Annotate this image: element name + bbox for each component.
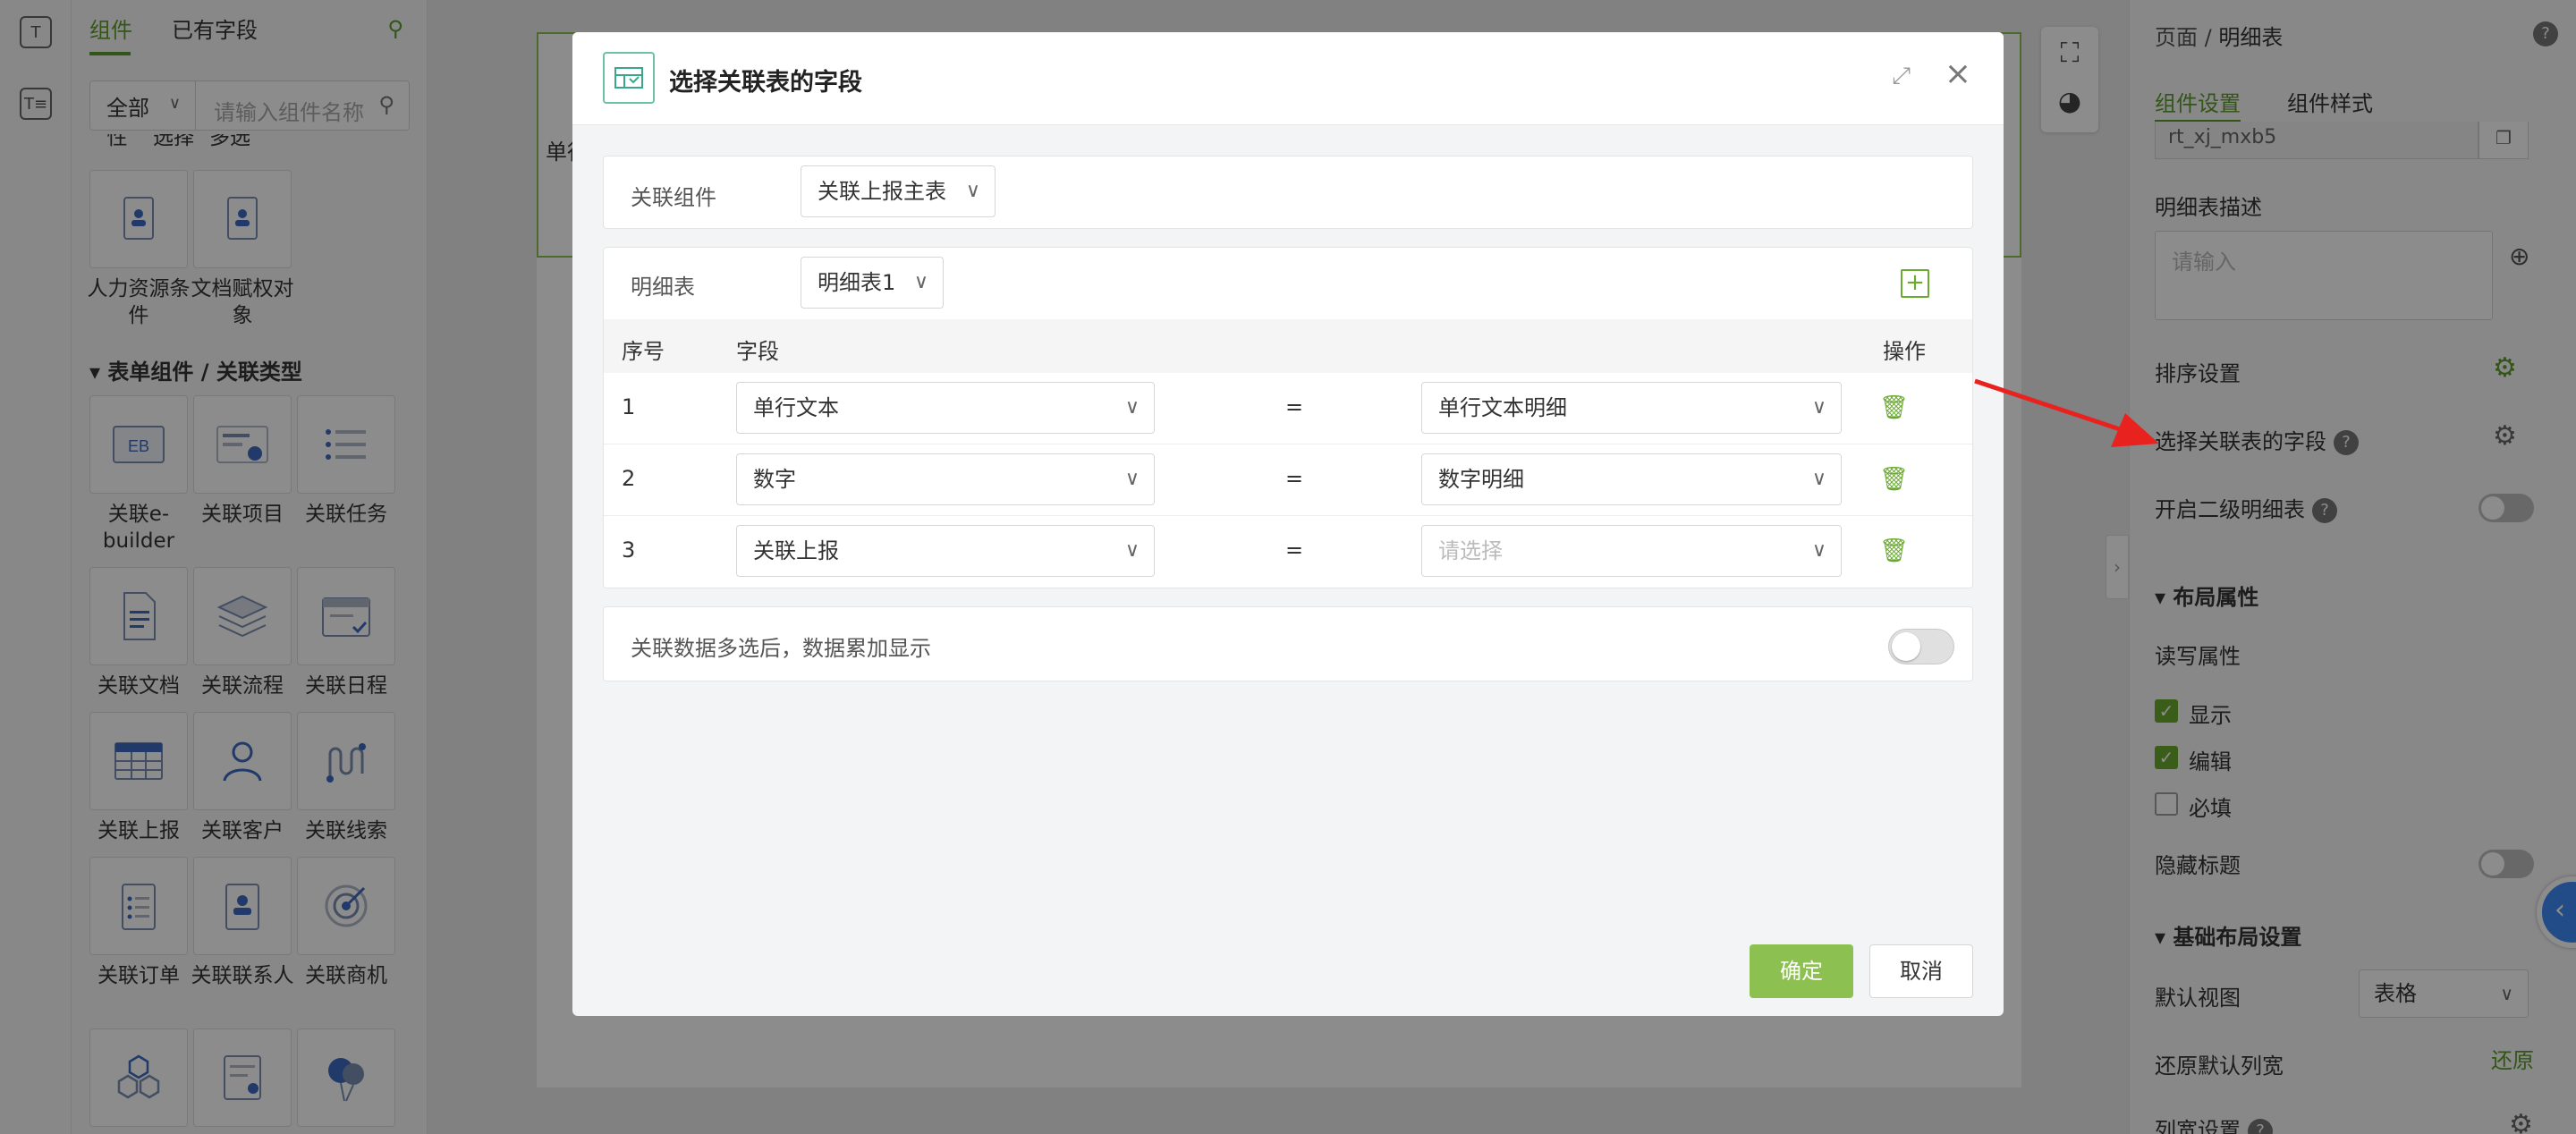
chevron-down-icon: ∨: [913, 271, 928, 293]
assoc-component-row: 关联组件 关联上报主表 ∨: [603, 156, 1973, 229]
select-fields-dialog: 选择关联表的字段 ⤢ × 关联组件 关联上报主表 ∨ 明细表 明细表1 ∨ + 序号…: [572, 32, 2004, 1016]
source-field-select[interactable]: 单行文本 ∨: [736, 382, 1155, 434]
chevron-down-icon: ∨: [965, 180, 980, 202]
row-index: 2: [622, 466, 636, 491]
target-field-select[interactable]: 单行文本明细 ∨: [1421, 382, 1842, 434]
chevron-down-icon: ∨: [1124, 468, 1140, 490]
chevron-down-icon: ∨: [1124, 396, 1140, 419]
row-index: 1: [622, 394, 636, 419]
assoc-component-select[interactable]: 关联上报主表 ∨: [801, 165, 996, 217]
table-row: 1 单行文本 ∨ = 单行文本明细 ∨ 🗑: [604, 373, 1972, 444]
equals-sign: =: [1285, 537, 1304, 563]
header-field: 字段: [736, 339, 779, 364]
detail-table-label: 明细表: [631, 275, 695, 300]
multi-accumulate-toggle[interactable]: [1888, 629, 1954, 664]
table-row: 3 关联上报 ∨ = 请选择 ∨ 🗑: [604, 516, 1972, 588]
confirm-button[interactable]: 确定: [1750, 944, 1853, 998]
maximize-icon[interactable]: ⤢: [1892, 63, 1911, 90]
annotation-arrow: [1974, 378, 2159, 447]
trash-icon[interactable]: 🗑: [1879, 394, 1909, 421]
assoc-component-label: 关联组件: [631, 185, 716, 210]
form-table-glyph: [614, 67, 643, 89]
target-field-select[interactable]: 请选择 ∨: [1421, 525, 1842, 577]
dialog-header: 选择关联表的字段 ⤢ ×: [572, 32, 2004, 125]
table-row: 2 数字 ∨ = 数字明细 ∨ 🗑: [604, 444, 1972, 516]
multi-accumulate-label: 关联数据多选后，数据累加显示: [631, 636, 931, 661]
form-table-icon: [603, 52, 655, 104]
source-field-select[interactable]: 关联上报 ∨: [736, 525, 1155, 577]
detail-table-card: 明细表 明细表1 ∨ + 序号 字段 操作 1 单行文本 ∨ = 单行文本明细 ∨ 🗑…: [603, 247, 1973, 588]
equals-sign: =: [1285, 394, 1304, 419]
dialog-title: 选择关联表的字段: [669, 69, 862, 97]
equals-sign: =: [1285, 466, 1304, 491]
detail-table-select[interactable]: 明细表1 ∨: [801, 257, 944, 309]
chevron-down-icon: ∨: [1811, 539, 1826, 562]
chevron-down-icon: ∨: [1124, 539, 1140, 562]
add-icon[interactable]: +: [1901, 269, 1929, 298]
header-index: 序号: [622, 339, 665, 364]
row-index: 3: [622, 537, 636, 563]
mapping-table-header: 序号 字段 操作: [604, 319, 1972, 373]
trash-icon[interactable]: 🗑: [1879, 537, 1909, 564]
trash-icon[interactable]: 🗑: [1879, 466, 1909, 493]
chevron-down-icon: ∨: [1811, 396, 1826, 419]
target-field-select[interactable]: 数字明细 ∨: [1421, 453, 1842, 505]
cancel-button[interactable]: 取消: [1869, 944, 1973, 998]
chevron-down-icon: ∨: [1811, 468, 1826, 490]
source-field-select[interactable]: 数字 ∨: [736, 453, 1155, 505]
multi-accumulate-row: 关联数据多选后，数据累加显示: [603, 606, 1973, 681]
header-action: 操作: [1883, 339, 1926, 364]
close-icon[interactable]: ×: [1945, 55, 1971, 92]
